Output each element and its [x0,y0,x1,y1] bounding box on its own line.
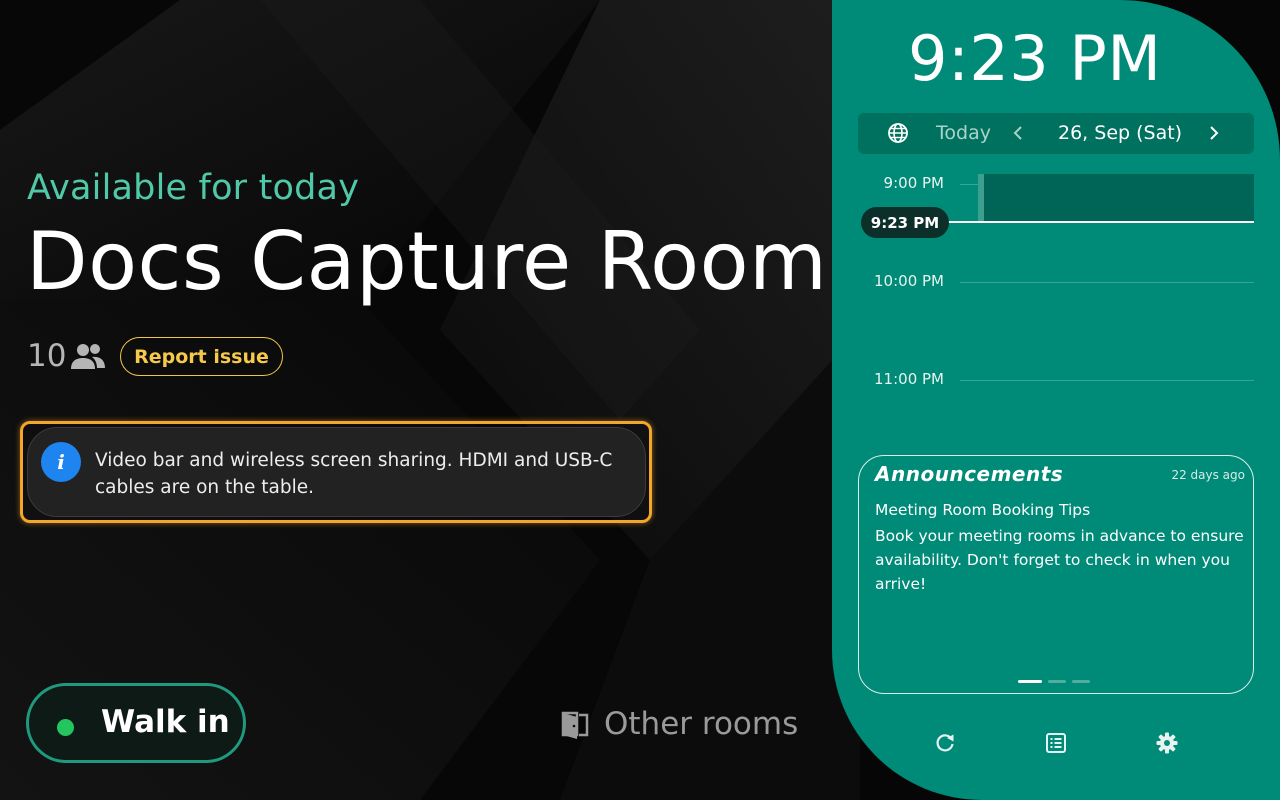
pager-dot[interactable] [1048,680,1066,683]
current-time-clock: 9:23 PM [908,22,1162,95]
timeline-slot: 10:00 PM [832,272,1280,292]
hour-gridline [960,380,1254,381]
current-time-indicator: 9:23 PM [861,207,949,238]
walk-in-label: Walk in [101,704,230,740]
date-navigator: Today 26, Sep (Sat) [858,113,1254,154]
announcement-age: 22 days ago [1171,468,1245,482]
report-issue-button[interactable]: Report issue [120,337,283,376]
announcement-body: Book your meeting rooms in advance to en… [875,527,1244,593]
today-button[interactable]: Today [936,122,991,144]
pager-dot[interactable] [1018,680,1042,683]
time-slot-label: 10:00 PM [874,272,944,290]
walk-in-button[interactable]: Walk in [26,683,246,763]
timeline-event-block[interactable] [978,174,1254,222]
selected-date: 26, Sep (Sat) [1058,122,1183,144]
background-pattern [0,0,860,800]
chevron-right-icon[interactable] [1207,124,1221,142]
room-name: Docs Capture Room [26,215,828,308]
people-icon [71,344,106,369]
room-display-screen: Available for today Docs Capture Room 10… [0,0,1280,800]
current-time-line [932,221,1254,223]
timeline-slot: 11:00 PM [832,370,1280,390]
settings-icon[interactable] [1156,732,1178,754]
other-rooms-button[interactable]: Other rooms [560,703,798,745]
list-icon[interactable] [1045,732,1067,754]
other-rooms-label: Other rooms [604,706,799,742]
status-dot-icon [57,719,74,736]
globe-icon[interactable] [887,122,909,144]
capacity-count: 10 [27,338,67,374]
equipment-info-text: Video bar and wireless screen sharing. H… [95,450,613,498]
announcements-card[interactable]: Announcements 22 days ago Meeting Room B… [858,455,1254,694]
chevron-left-icon[interactable] [1011,124,1025,142]
hour-gridline [960,282,1254,283]
time-slot-label: 11:00 PM [874,370,944,388]
time-slot-label: 9:00 PM [883,174,944,192]
door-icon [561,711,589,739]
event-marker [978,174,984,222]
announcements-title: Announcements [875,462,1064,486]
availability-status: Available for today [27,168,360,208]
refresh-icon[interactable] [934,732,956,754]
room-capacity: 10 [27,336,106,376]
pager-dot[interactable] [1072,680,1090,683]
schedule-panel: 9:23 PM Today 26, Sep (Sat) 9:00 PM 9:23… [832,0,1280,800]
announcement-pager [1018,680,1090,683]
announcement-heading: Meeting Room Booking Tips [875,501,1091,519]
info-icon: i [41,442,81,482]
